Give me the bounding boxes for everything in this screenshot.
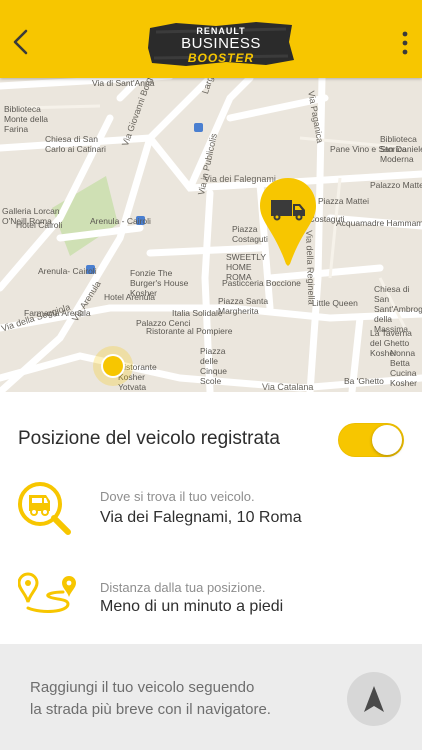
map-label: Chiesa di San Carlo ai Catinari (45, 134, 106, 154)
distance-value: Meno di un minuto a piedi (100, 598, 284, 615)
route-icon (17, 572, 76, 613)
navigator-footer: Raggiungi il tuo veicolo seguendo la str… (0, 644, 422, 750)
map-label: Hotel Arenula (104, 292, 156, 302)
map-label: Ba 'Ghetto (344, 376, 384, 386)
map-label: Little Queen (312, 298, 358, 308)
logo-main-text: BUSINESS (181, 35, 261, 52)
map-label: Piazza Santa Margherita (218, 296, 269, 316)
current-location-marker (92, 345, 134, 387)
navigate-button[interactable] (347, 672, 401, 726)
toggle-knob (372, 425, 402, 455)
map-view[interactable]: Via di Sant'Anna Biblioteca Monte della … (0, 78, 422, 392)
overflow-menu-button[interactable] (400, 30, 410, 56)
footer-line-1: Raggiungi il tuo veicolo seguendo (30, 679, 255, 696)
position-toggle[interactable] (338, 423, 404, 457)
map-label: Pasticceria Boccione (222, 278, 301, 288)
top-bar: RENAULT BUSINESS BOOSTER (0, 0, 422, 78)
location-value: Via dei Falegnami, 10 Roma (100, 509, 302, 526)
footer-text: Raggiungi il tuo veicolo seguendo la str… (30, 677, 310, 721)
map-label: Acquamadre Hammam (336, 218, 422, 228)
map-label: Piazza delle Cinque Scole (200, 346, 227, 386)
navigation-arrow-icon (364, 686, 384, 712)
distance-caption: Distanza dalla tua posizione. (100, 580, 266, 595)
map-label: Via Catalana (262, 382, 314, 392)
position-title: Posizione del veicolo registrata (18, 428, 280, 449)
current-location-icon (93, 346, 133, 386)
back-button[interactable] (8, 26, 36, 58)
map-label: Nonna Betta Cucina Kosher (390, 348, 417, 388)
location-caption: Dove si trova il tuo veicolo. (100, 489, 255, 504)
logo-sub-text: BOOSTER (187, 51, 255, 65)
map-label: Italia Solidale (172, 308, 223, 318)
chevron-left-icon (13, 29, 28, 55)
location-icon-wrap (16, 480, 74, 538)
business-booster-logo: RENAULT BUSINESS BOOSTER (146, 20, 296, 68)
distance-icon-wrap (17, 572, 76, 630)
vehicle-info-panel: Posizione del veicolo registrata Dove si… (0, 392, 422, 644)
map-label: Biblioteca Storica Moderna (380, 134, 417, 164)
map-label: Arenula- Cairoli (38, 266, 97, 276)
footer-line-2: la strada più breve con il navigatore. (30, 701, 271, 718)
map-label: Ristorante al Pompiere (146, 326, 233, 336)
van-search-icon (18, 482, 71, 535)
more-vertical-icon (402, 31, 408, 55)
map-label: Piazza Mattei (318, 196, 370, 206)
map-label: Arenula - Cairoli (90, 216, 151, 226)
map-label: Biblioteca Monte della Farina (4, 104, 48, 134)
map-label: Chiesa di San Sant'Ambrogio della Massim… (374, 284, 422, 334)
map-label: Hotel Cairoli (16, 220, 63, 230)
map-label: Palazzo Mattei (370, 180, 422, 190)
vehicle-pin[interactable] (258, 178, 318, 268)
van-pin-icon (260, 178, 316, 266)
